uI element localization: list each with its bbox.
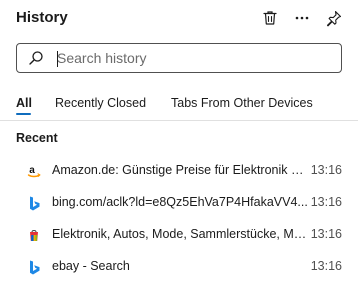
history-tabs: All Recently Closed Tabs From Other Devi… (0, 90, 358, 120)
more-horizontal-icon (295, 16, 309, 20)
search-icon (29, 51, 43, 65)
search-input[interactable] (57, 47, 332, 69)
section-title-recent: Recent (16, 131, 58, 145)
svg-text:a: a (29, 165, 35, 176)
history-panel: History Search history All Recently Clos… (0, 0, 358, 285)
more-options-button[interactable] (290, 6, 314, 30)
delete-history-button[interactable] (258, 6, 282, 30)
history-item[interactable]: ebay - Search 13:16 (0, 251, 358, 283)
history-item-title: Elektronik, Autos, Mode, Sammlerstücke, … (52, 227, 310, 241)
tabs-divider (0, 120, 358, 121)
history-item[interactable]: bing.com/aclk?ld=e8Qz5EhVa7P4HfakaVV4...… (0, 187, 358, 219)
panel-title: History (16, 9, 68, 26)
amazon-favicon: a (27, 165, 41, 178)
history-item-time: 13:16 (310, 163, 342, 177)
active-tab-indicator (16, 113, 31, 115)
search-box[interactable] (16, 43, 342, 73)
pin-icon (326, 10, 342, 27)
history-item-time: 13:16 (310, 227, 342, 241)
tab-recently-closed[interactable]: Recently Closed (55, 96, 146, 110)
history-header: History (0, 0, 358, 36)
history-item-title: Amazon.de: Günstige Preise für Elektroni… (52, 163, 310, 177)
pin-history-button[interactable] (322, 6, 346, 30)
text-caret (57, 51, 58, 67)
history-item-title: bing.com/aclk?ld=e8Qz5EhVa7P4HfakaVV4... (52, 195, 308, 209)
history-item-time: 13:16 (310, 259, 342, 273)
trash-icon (263, 11, 277, 25)
history-item-time: 13:16 (310, 195, 342, 209)
bing-favicon (30, 196, 40, 211)
bing-favicon (30, 260, 40, 275)
ebay-favicon (30, 230, 38, 241)
history-item[interactable]: Elektronik, Autos, Mode, Sammlerstücke, … (0, 219, 358, 251)
history-item[interactable]: a Amazon.de: Günstige Preise für Elektro… (0, 155, 358, 187)
tab-all[interactable]: All (16, 96, 32, 110)
history-item-title: ebay - Search (52, 259, 130, 273)
tab-other-devices[interactable]: Tabs From Other Devices (171, 96, 313, 110)
